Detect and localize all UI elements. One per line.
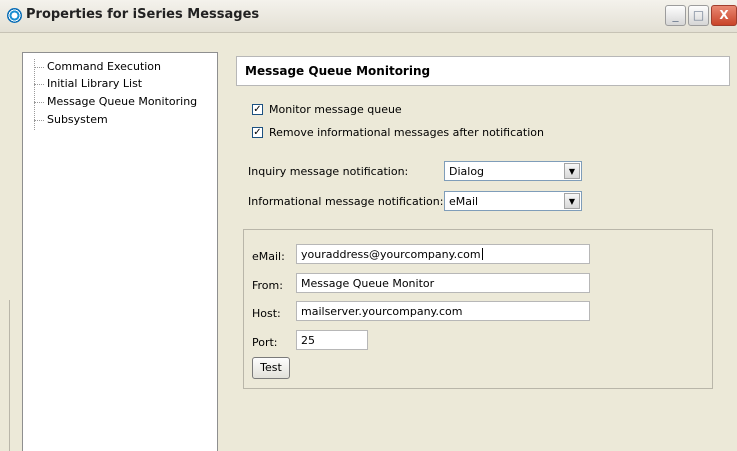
test-button[interactable]: Test <box>252 357 290 379</box>
app-icon <box>7 8 22 23</box>
port-input[interactable]: 25 <box>296 330 368 350</box>
tree-item-label: Subsystem <box>47 113 108 126</box>
checkbox-check-icon[interactable]: ✓ <box>252 104 263 115</box>
host-input[interactable]: mailserver.yourcompany.com <box>296 301 590 321</box>
email-value: youraddress@yourcompany.com <box>301 248 481 261</box>
select-value: eMail <box>449 195 479 208</box>
select-value: Dialog <box>449 165 485 178</box>
from-value: Message Queue Monitor <box>301 277 435 290</box>
window-title: Properties for iSeries Messages <box>26 7 260 22</box>
minimize-button[interactable]: _ <box>665 5 686 26</box>
email-label: eMail: <box>252 250 285 263</box>
inquiry-notification-label: Inquiry message notification: <box>248 165 409 178</box>
maximize-button[interactable]: □ <box>688 5 709 26</box>
tree-item-subsystem[interactable]: Subsystem <box>34 112 108 128</box>
from-input[interactable]: Message Queue Monitor <box>296 273 590 293</box>
informational-notification-label: Informational message notification: <box>248 195 444 208</box>
tree-item-command-execution[interactable]: Command Execution <box>34 59 161 75</box>
close-button[interactable]: X <box>711 5 737 26</box>
checkbox-label: Monitor message queue <box>269 103 402 116</box>
tree-item-label: Command Execution <box>47 60 162 73</box>
host-label: Host: <box>252 307 281 320</box>
section-header: Message Queue Monitoring <box>236 56 730 86</box>
port-label: Port: <box>252 336 278 349</box>
tree-item-label: Initial Library List <box>47 77 143 90</box>
text-caret <box>481 248 483 260</box>
chevron-down-icon[interactable]: ▼ <box>564 193 580 209</box>
port-value: 25 <box>301 334 315 347</box>
email-input[interactable]: youraddress@yourcompany.com <box>296 244 590 264</box>
checkbox-label: Remove informational messages after noti… <box>269 126 544 139</box>
tree-item-label: Message Queue Monitoring <box>47 95 198 108</box>
inquiry-notification-select[interactable]: Dialog ▼ <box>444 161 582 181</box>
properties-window: Properties for iSeries Messages _ □ X Co… <box>0 0 737 451</box>
chevron-down-icon[interactable]: ▼ <box>564 163 580 179</box>
tree-item-initial-library-list[interactable]: Initial Library List <box>34 76 142 92</box>
section-title: Message Queue Monitoring <box>245 64 431 78</box>
category-tree: Command Execution Initial Library List M… <box>22 52 218 451</box>
frame-divider <box>9 300 10 451</box>
from-label: From: <box>252 279 283 292</box>
tree-item-message-queue-monitoring[interactable]: Message Queue Monitoring <box>34 94 197 110</box>
host-value: mailserver.yourcompany.com <box>301 305 463 318</box>
title-bar[interactable]: Properties for iSeries Messages _ □ X <box>0 0 737 33</box>
checkbox-check-icon[interactable]: ✓ <box>252 127 263 138</box>
informational-notification-select[interactable]: eMail ▼ <box>444 191 582 211</box>
